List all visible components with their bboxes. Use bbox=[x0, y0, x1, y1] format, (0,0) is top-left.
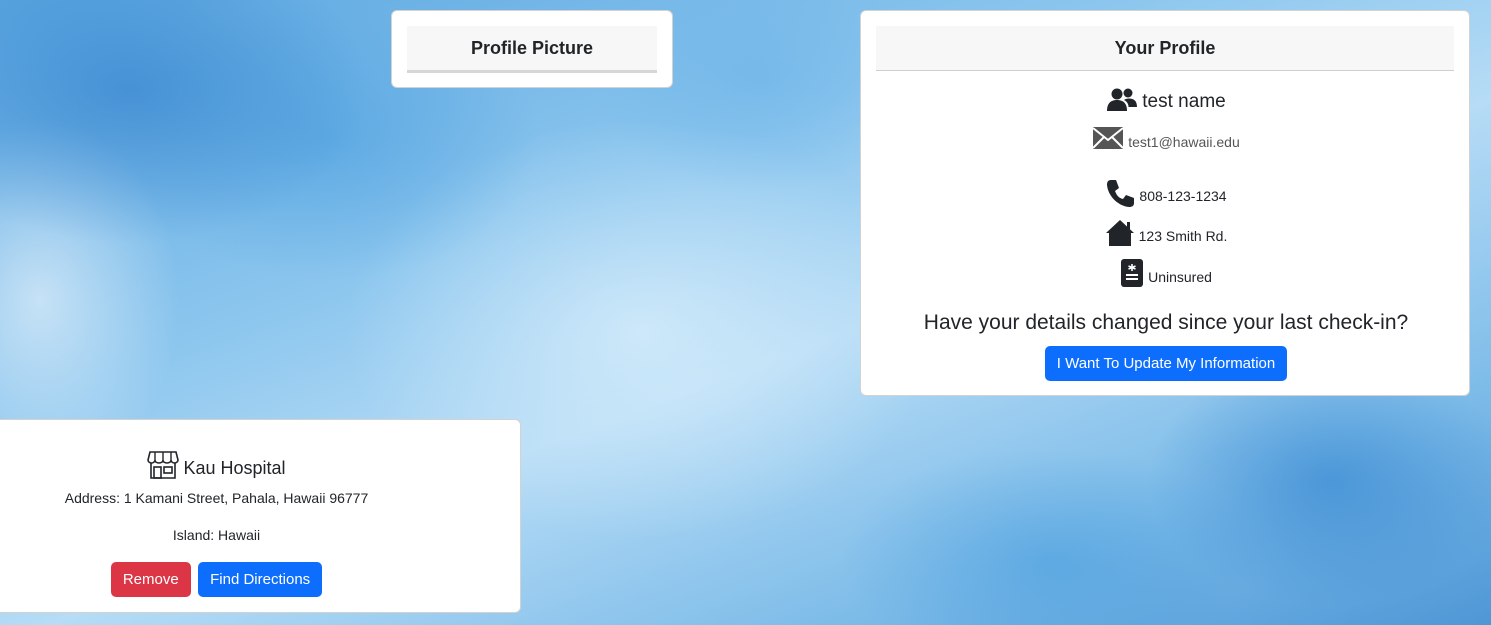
shop-icon bbox=[147, 450, 180, 480]
profile-name: test name bbox=[1142, 91, 1226, 112]
profile-address: 123 Smith Rd. bbox=[1138, 228, 1228, 244]
hospital-card: Kau Hospital Address: 1 Kamani Street, P… bbox=[0, 419, 521, 613]
profile-picture-card: Profile Picture bbox=[391, 10, 673, 88]
profile-insurance-row: Uninsured bbox=[861, 256, 1471, 290]
hospital-name: Kau Hospital bbox=[183, 457, 286, 478]
profile-name-row: test name bbox=[861, 83, 1471, 117]
insurance-card-icon bbox=[1120, 258, 1144, 288]
profile-picture-title: Profile Picture bbox=[470, 38, 594, 58]
profile-insurance: Uninsured bbox=[1148, 269, 1212, 285]
hospital-island: Island: Hawaii bbox=[172, 527, 261, 543]
profile-address-row: 123 Smith Rd. bbox=[861, 216, 1471, 250]
remove-button[interactable]: Remove bbox=[110, 562, 191, 597]
envelope-icon bbox=[1092, 126, 1124, 150]
your-profile-card: Your Profile test name test1@hawaii.edu bbox=[860, 10, 1470, 396]
details-question: Have your details changed since your las… bbox=[923, 311, 1409, 334]
profile-picture-header: Profile Picture bbox=[407, 26, 657, 73]
profile-phone: 808-123-1234 bbox=[1139, 188, 1227, 204]
profile-email: test1@hawaii.edu bbox=[1128, 134, 1240, 150]
phone-icon bbox=[1105, 178, 1135, 208]
hospital-name-row: Kau Hospital bbox=[0, 448, 442, 482]
profile-phone-row: 808-123-1234 bbox=[861, 176, 1471, 210]
hospital-address: Address: 1 Kamani Street, Pahala, Hawaii… bbox=[64, 490, 369, 506]
update-information-button[interactable]: I Want To Update My Information bbox=[1044, 346, 1288, 381]
find-directions-button[interactable]: Find Directions bbox=[198, 562, 323, 597]
house-icon bbox=[1105, 219, 1135, 247]
your-profile-title: Your Profile bbox=[1114, 38, 1216, 58]
profile-email-row: test1@hawaii.edu bbox=[861, 123, 1471, 153]
your-profile-header: Your Profile bbox=[876, 26, 1454, 71]
users-icon bbox=[1106, 87, 1138, 113]
